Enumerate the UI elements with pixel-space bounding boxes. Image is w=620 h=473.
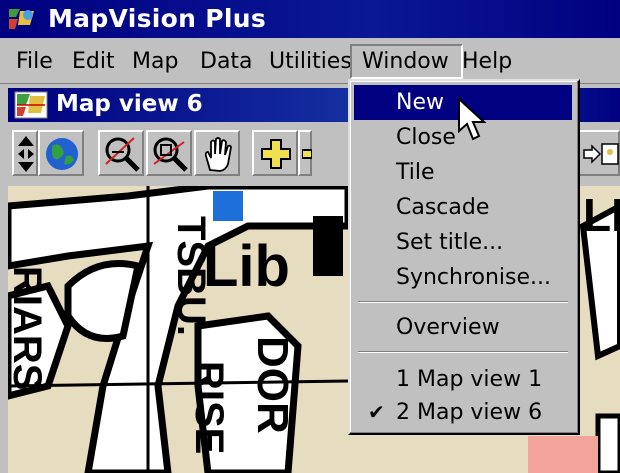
checkmark-icon: ✔ xyxy=(368,400,385,424)
zoom-in-icon xyxy=(153,137,188,172)
window-menu-overview[interactable]: Overview xyxy=(354,310,572,345)
window-menu-cascade[interactable]: Cascade xyxy=(354,190,572,225)
globe-icon xyxy=(46,138,78,170)
map-label-dor: DOR xyxy=(248,336,297,434)
menu-map[interactable]: Map xyxy=(126,47,184,77)
menu-help[interactable]: Help xyxy=(456,47,518,77)
globe-button[interactable] xyxy=(38,130,84,176)
menu-utilities[interactable]: Utilities xyxy=(263,47,358,77)
window-menu-overview-label: Overview xyxy=(396,315,500,340)
menu-file[interactable]: File xyxy=(10,47,59,77)
window-menu-set-title-label: Set title... xyxy=(396,230,504,255)
app-title: MapVision Plus xyxy=(48,4,267,33)
menu-data[interactable]: Data xyxy=(194,47,259,77)
pan-hand-button[interactable] xyxy=(194,130,240,176)
plus-icon xyxy=(261,139,291,169)
window-menu-set-title[interactable]: Set title... xyxy=(354,225,572,260)
window-menu-tile-label: Tile xyxy=(396,160,435,185)
window-menu-synchronise[interactable]: Synchronise... xyxy=(354,260,572,295)
zoom-out-icon xyxy=(105,137,140,172)
map-label-lil: LIL xyxy=(583,189,620,241)
menu-edit[interactable]: Edit xyxy=(66,47,121,77)
app-logo-icon xyxy=(6,5,38,33)
zoom-out-button[interactable] xyxy=(98,130,144,176)
window-menu-map-view-1-label: 1 Map view 1 xyxy=(396,367,543,392)
map-window-title: Map view 6 xyxy=(56,91,203,117)
zoom-in-button[interactable] xyxy=(146,130,192,176)
window-menu-synchronise-label: Synchronise... xyxy=(396,265,552,290)
map-window-icon xyxy=(14,91,48,119)
window-menu-new-label: New xyxy=(396,90,444,115)
export-button[interactable] xyxy=(578,130,620,176)
window-menu-map-view-1[interactable]: 1 Map view 1 xyxy=(354,362,572,397)
menu-window[interactable]: Window xyxy=(350,44,463,79)
minus-icon xyxy=(302,149,312,159)
pan-arrows-button[interactable] xyxy=(12,130,38,176)
menu-separator xyxy=(358,351,568,353)
hand-icon xyxy=(204,137,232,172)
window-menu-close-label: Close xyxy=(396,125,456,150)
app-title-bar: MapVision Plus xyxy=(0,0,620,38)
map-label-riars: RIARS xyxy=(8,266,49,390)
window-menu-cascade-label: Cascade xyxy=(396,195,490,220)
remove-button[interactable] xyxy=(298,130,312,176)
window-menu-map-view-6[interactable]: ✔ 2 Map view 6 xyxy=(354,395,572,430)
menu-bar: File Edit Map Data Utilities Window Help xyxy=(0,38,620,84)
toolbar-export-icon xyxy=(583,143,619,165)
pan-arrows-icon xyxy=(18,136,34,172)
map-label-lib: Lib xyxy=(203,234,290,299)
add-button[interactable] xyxy=(252,130,298,176)
window-menu-tile[interactable]: Tile xyxy=(354,155,572,190)
window-menu-map-view-6-label: 2 Map view 6 xyxy=(396,400,543,425)
mouse-cursor-icon xyxy=(458,97,487,141)
map-label-rise: RISE xyxy=(187,361,231,454)
menu-separator xyxy=(358,301,568,303)
